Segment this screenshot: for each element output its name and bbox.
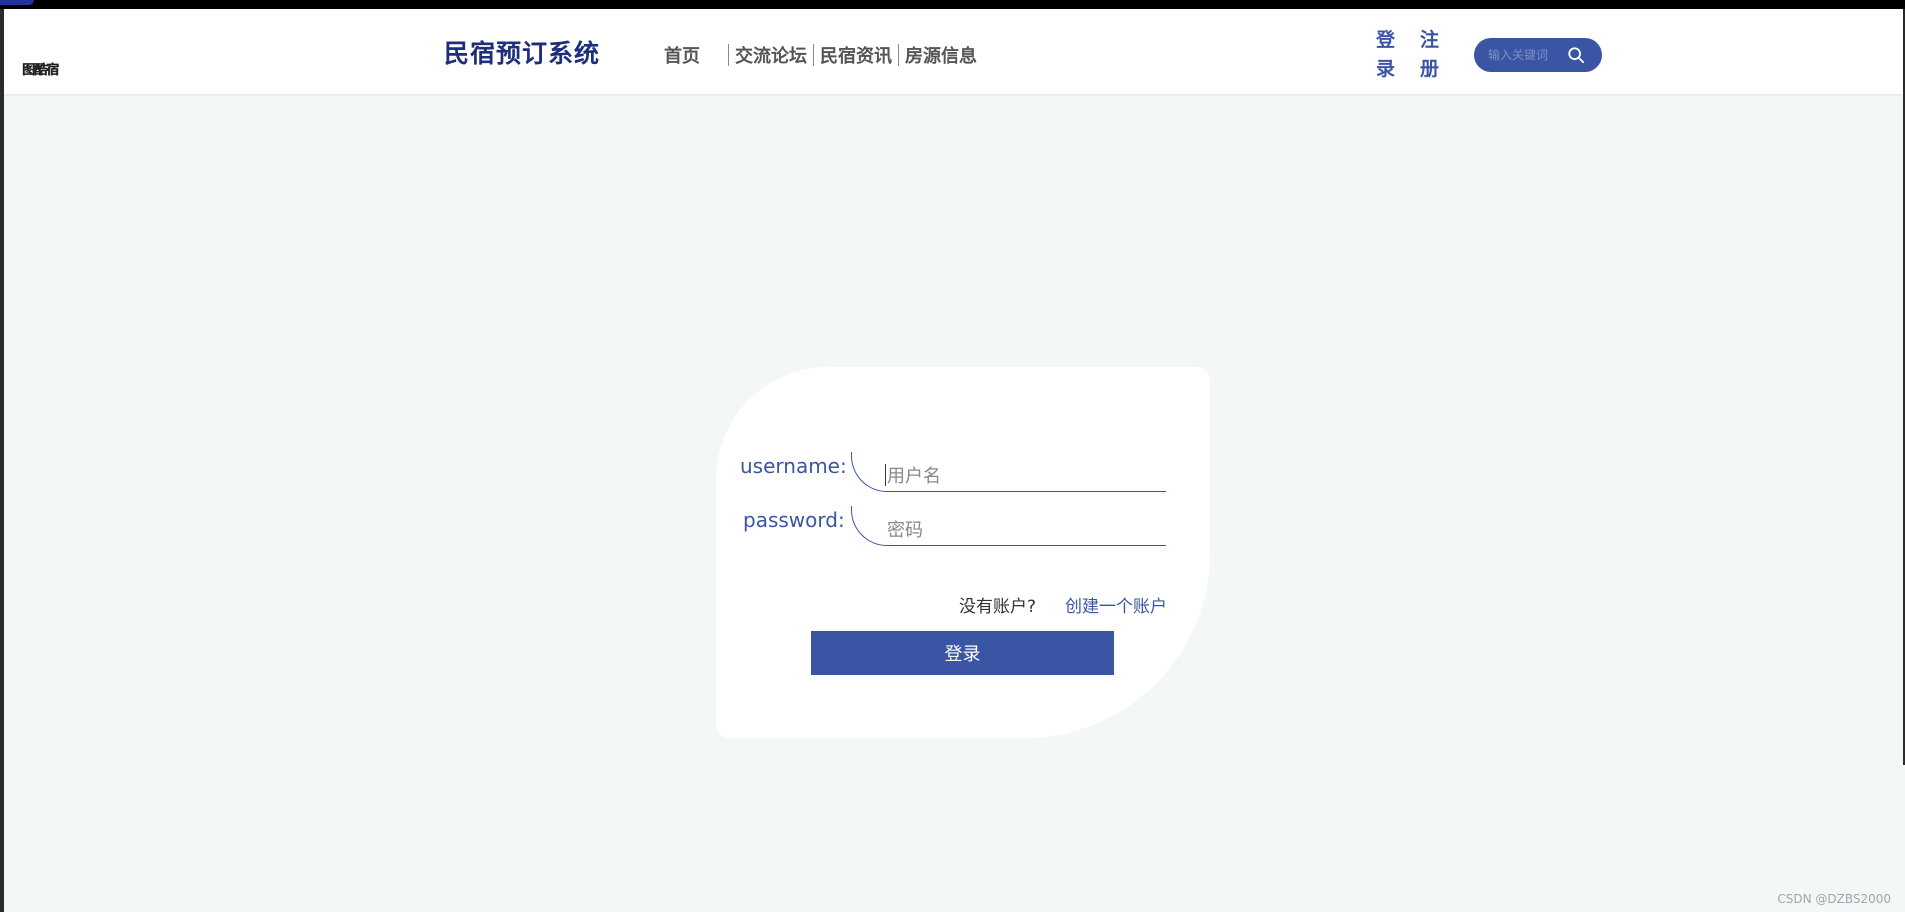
register-link[interactable]: 注 册 [1420,26,1439,84]
search-box [1474,38,1602,72]
login-link[interactable]: 登 录 [1376,26,1395,84]
login-link-char: 录 [1376,58,1396,80]
username-field-wrapper [851,452,1166,492]
create-account-link[interactable]: 创建一个账户 [1065,592,1167,617]
password-label: password: [743,508,845,532]
site-title: 民宿预订系统 [444,39,601,68]
window-top-bar [0,0,1905,9]
nav-item-home[interactable]: 首页 [664,42,700,68]
username-input[interactable] [885,462,1159,490]
site-logo: 图酷宿 [22,63,59,78]
nav-item-forum[interactable]: 交流论坛 [735,42,807,68]
field-curve-decoration [851,506,887,546]
password-input[interactable] [885,516,1159,544]
nav-item-news[interactable]: 民宿资讯 [820,42,892,68]
register-link-char: 注 [1420,29,1440,51]
username-label: username: [740,454,847,478]
search-icon[interactable] [1567,46,1585,64]
field-underline [885,544,1166,546]
field-curve-decoration [851,452,887,492]
login-card [716,367,1210,738]
text-caret [885,464,886,486]
window-left-edge [0,9,4,912]
window-corner-accent [0,0,34,5]
search-input[interactable] [1486,47,1570,63]
login-link-char: 登 [1376,29,1396,51]
register-link-char: 册 [1420,58,1440,80]
nav-divider [813,44,814,66]
main-nav: 首页 交流论坛 民宿资讯 房源信息 [664,42,977,68]
no-account-text: 没有账户? [959,597,1037,617]
nav-divider [728,44,729,66]
password-field-wrapper [851,506,1166,546]
nav-divider [898,44,899,66]
nav-item-listings[interactable]: 房源信息 [905,42,977,68]
login-button[interactable]: 登录 [811,631,1114,675]
field-underline [885,490,1166,492]
watermark: CSDN @DZBS2000 [1777,892,1891,906]
